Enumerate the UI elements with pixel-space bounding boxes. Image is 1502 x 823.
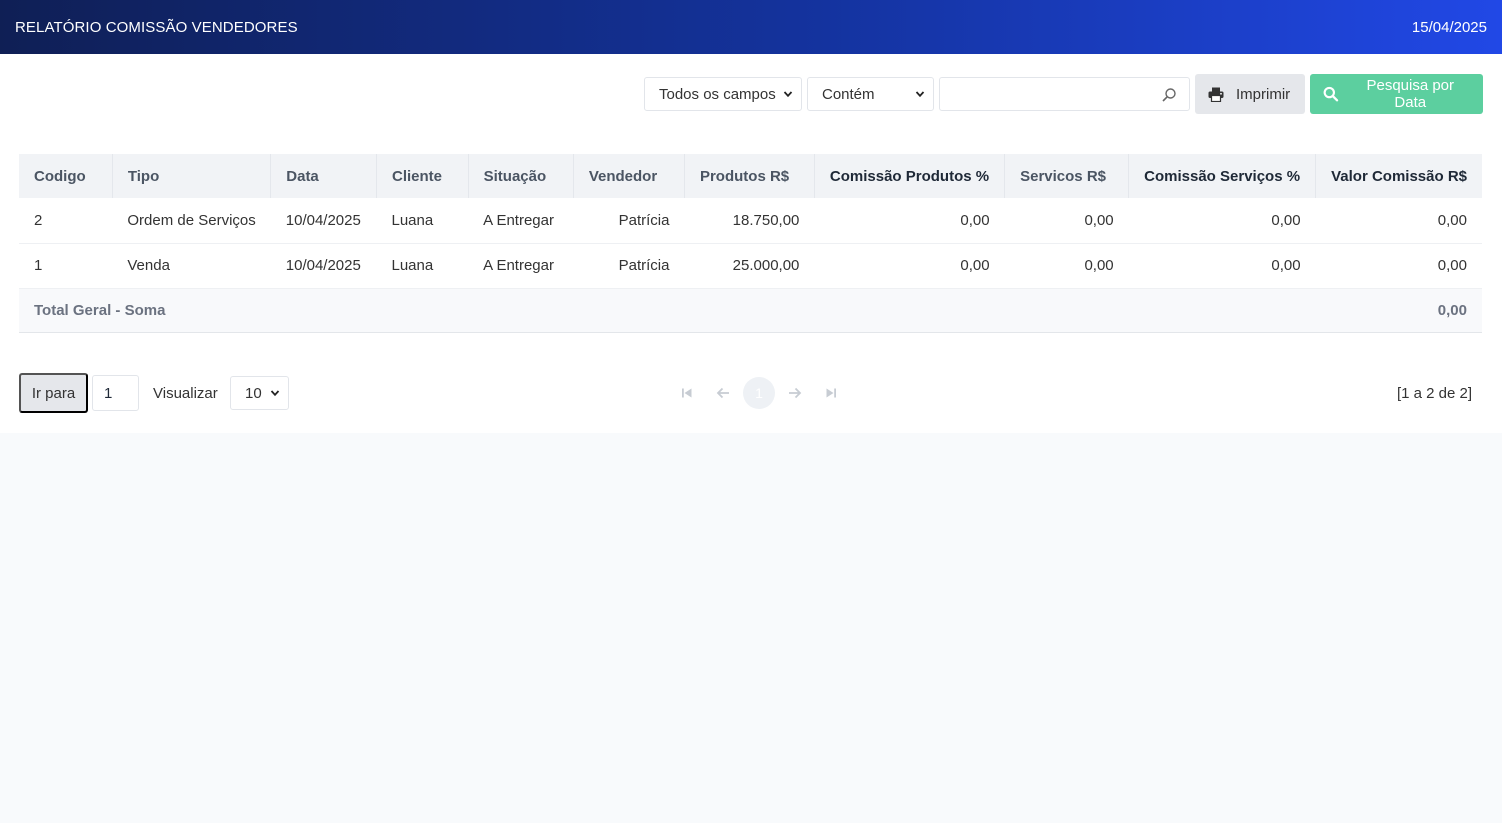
column-header-servicos[interactable]: Servicos R$ <box>1004 154 1130 198</box>
first-page-button[interactable] <box>669 375 705 411</box>
column-header-comissao-servicos[interactable]: Comissão Serviços % <box>1128 154 1317 198</box>
operator-select[interactable]: Contém <box>807 77 934 111</box>
printer-icon <box>1208 87 1224 102</box>
cell-codigo: 2 <box>19 198 113 244</box>
toolbar: Todos os campos Contém Imprimir Pesquisa… <box>644 74 1483 114</box>
search-box <box>939 77 1190 111</box>
cell-data: 10/04/2025 <box>270 198 377 244</box>
chevron-down-icon <box>915 91 925 98</box>
page-title: RELATÓRIO COMISSÃO VENDEDORES <box>15 18 298 36</box>
column-header-tipo[interactable]: Tipo <box>112 154 272 198</box>
cell-cliente: Luana <box>376 198 469 244</box>
search-icon[interactable] <box>1161 87 1177 103</box>
column-header-comissao-produtos[interactable]: Comissão Produtos % <box>814 154 1006 198</box>
cell-situacao: A Entregar <box>468 243 574 289</box>
chevron-down-icon <box>270 390 280 397</box>
total-row: Total Geral - Soma 0,00 <box>19 288 1482 333</box>
search-icon <box>1323 86 1339 102</box>
pagination-info: [1 a 2 de 2] <box>1396 384 1472 402</box>
cell-comissao-produtos: 0,00 <box>814 243 1005 289</box>
report-panel: Todos os campos Contém Imprimir Pesquisa… <box>0 54 1502 433</box>
cell-cliente: Luana <box>376 243 469 289</box>
cell-servicos: 0,00 <box>1004 198 1129 244</box>
cell-produtos: 18.750,00 <box>684 198 815 244</box>
cell-produtos: 25.000,00 <box>684 243 815 289</box>
arrow-right-icon <box>789 387 802 399</box>
cell-comissao-servicos: 0,00 <box>1128 198 1316 244</box>
pagination-bar: Ir para 1 Visualizar 10 1 [1 a 2 de 2] <box>19 373 1482 413</box>
column-header-situacao[interactable]: Situação <box>468 154 574 198</box>
current-date: 15/04/2025 <box>1411 18 1487 36</box>
last-page-icon <box>826 388 836 398</box>
cell-tipo: Ordem de Serviços <box>112 198 271 244</box>
date-search-button[interactable]: Pesquisa por Data <box>1310 74 1483 114</box>
page-button-current[interactable]: 1 <box>743 377 775 409</box>
cell-situacao: A Entregar <box>468 198 574 244</box>
total-value: 0,00 <box>1315 288 1482 333</box>
cell-vendedor: Patrícia <box>573 243 685 289</box>
chevron-down-icon <box>783 91 793 98</box>
column-header-produtos[interactable]: Produtos R$ <box>684 154 815 198</box>
next-page-button[interactable] <box>777 375 813 411</box>
cell-tipo: Venda <box>112 243 271 289</box>
last-page-button[interactable] <box>813 375 849 411</box>
column-header-data[interactable]: Data <box>270 154 377 198</box>
cell-codigo: 1 <box>19 243 113 289</box>
column-header-valor-comissao[interactable]: Valor Comissão R$ <box>1315 154 1482 198</box>
cell-servicos: 0,00 <box>1004 243 1129 289</box>
page-size-label: Visualizar <box>153 384 218 402</box>
cell-data: 10/04/2025 <box>270 243 377 289</box>
page-size-value: 10 <box>245 384 262 402</box>
table-header-row: Codigo Tipo Data Cliente Situação Vended… <box>19 154 1482 198</box>
table-row[interactable]: 1 Venda 10/04/2025 Luana A Entregar Patr… <box>19 243 1482 289</box>
cell-vendedor: Patrícia <box>573 198 685 244</box>
page-size-select[interactable]: 10 <box>230 376 289 410</box>
page-navigation: 1 <box>669 375 849 411</box>
table-row[interactable]: 2 Ordem de Serviços 10/04/2025 Luana A E… <box>19 198 1482 244</box>
field-select[interactable]: Todos os campos <box>644 77 802 111</box>
date-search-button-label: Pesquisa por Data <box>1366 77 1455 111</box>
print-button[interactable]: Imprimir <box>1195 74 1305 114</box>
operator-select-value: Contém <box>822 85 875 103</box>
arrow-left-icon <box>716 387 729 399</box>
total-label: Total Geral - Soma <box>19 288 1316 333</box>
cell-comissao-produtos: 0,00 <box>814 198 1005 244</box>
print-button-label: Imprimir <box>1236 85 1291 103</box>
column-header-cliente[interactable]: Cliente <box>376 154 469 198</box>
cell-valor-comissao: 0,00 <box>1315 198 1482 244</box>
goto-page-button[interactable]: Ir para <box>19 373 88 413</box>
search-input[interactable] <box>940 78 1189 110</box>
column-header-codigo[interactable]: Codigo <box>19 154 113 198</box>
goto-page-input[interactable]: 1 <box>92 375 139 411</box>
top-bar: RELATÓRIO COMISSÃO VENDEDORES 15/04/2025 <box>0 0 1502 54</box>
cell-valor-comissao: 0,00 <box>1315 243 1482 289</box>
first-page-icon <box>682 388 692 398</box>
column-header-vendedor[interactable]: Vendedor <box>573 154 685 198</box>
previous-page-button[interactable] <box>705 375 741 411</box>
cell-comissao-servicos: 0,00 <box>1128 243 1316 289</box>
field-select-value: Todos os campos <box>659 85 776 103</box>
commission-table: Codigo Tipo Data Cliente Situação Vended… <box>19 154 1482 333</box>
